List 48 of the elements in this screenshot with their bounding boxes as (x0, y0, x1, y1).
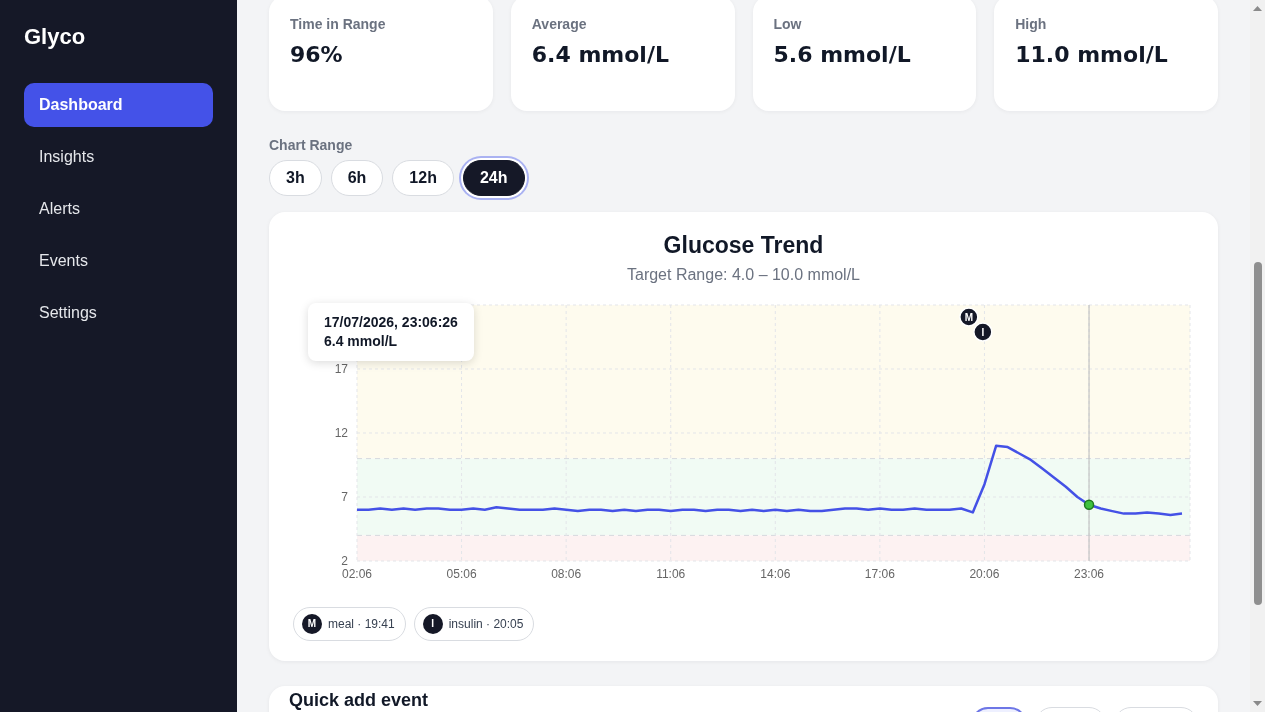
tooltip-time: 17/07/2026, 23:06:26 (324, 313, 458, 332)
stat-label: Time in Range (290, 16, 387, 33)
tooltip-value: 6.4 mmol/L (324, 332, 399, 351)
nav-item[interactable]: Alerts (24, 187, 213, 231)
nav-item[interactable]: Dashboard (24, 83, 213, 127)
stat-label: Average (531, 16, 588, 33)
annotation: M (964, 311, 974, 323)
stat-value: 96% (290, 42, 344, 68)
event-badge: M (302, 614, 322, 634)
x-axis-label: 20:06 (969, 567, 1000, 581)
x-axis-label: 17:06 (864, 567, 895, 581)
y-axis-label: 12 (334, 426, 348, 440)
stat-label: High (1015, 16, 1048, 33)
range-button[interactable]: 6h (330, 160, 384, 196)
scroll-up-arrow-icon[interactable] (1253, 6, 1262, 11)
nav-item[interactable]: Settings (24, 291, 213, 335)
y-axis-label: 2 (341, 554, 348, 568)
card-title: Quick add event (289, 690, 429, 710)
x-axis-label: 02:06 (342, 567, 372, 581)
x-axis-label: 05:06 (446, 567, 477, 581)
range-button[interactable]: 12h (392, 160, 454, 196)
stat-value: 5.6 mmol/L (773, 42, 912, 68)
y-axis-label: 17 (334, 362, 348, 376)
annotation: I (981, 326, 985, 338)
event-label: insulin · 20:05 (448, 617, 524, 631)
app-logo: Glyco (24, 24, 87, 50)
x-axis-label: 08:06 (551, 567, 582, 581)
range-button[interactable]: 3h (269, 160, 322, 196)
event-marker: M (959, 307, 979, 327)
nav-item[interactable]: Events (24, 239, 213, 283)
event-marker: I (973, 322, 993, 342)
x-axis-label: 11:06 (656, 567, 686, 581)
scrollbar-thumb[interactable] (1253, 262, 1262, 605)
stat-label: Low (773, 16, 803, 33)
stat-value: 11.0 mmol/L (1015, 42, 1169, 68)
chart-title: Glucose Trend (662, 232, 825, 259)
y-axis-label: 7 (341, 490, 348, 504)
stat-value: 6.4 mmol/L (531, 42, 670, 68)
section-label: Chart Range (269, 137, 354, 154)
nav-item[interactable]: Insights (24, 135, 213, 179)
event-label: meal · 19:41 (328, 617, 395, 631)
x-axis-label: 23:06 (1074, 567, 1105, 581)
scrollbar[interactable] (1250, 0, 1265, 712)
chart-subtitle: Target Range: 4.0 – 10.0 mmol/L (626, 265, 861, 284)
x-axis-label: 14:06 (760, 567, 791, 581)
event-badge: I (422, 614, 443, 634)
highlighted-point (1083, 499, 1095, 510)
scroll-down-arrow-icon[interactable] (1253, 701, 1262, 706)
